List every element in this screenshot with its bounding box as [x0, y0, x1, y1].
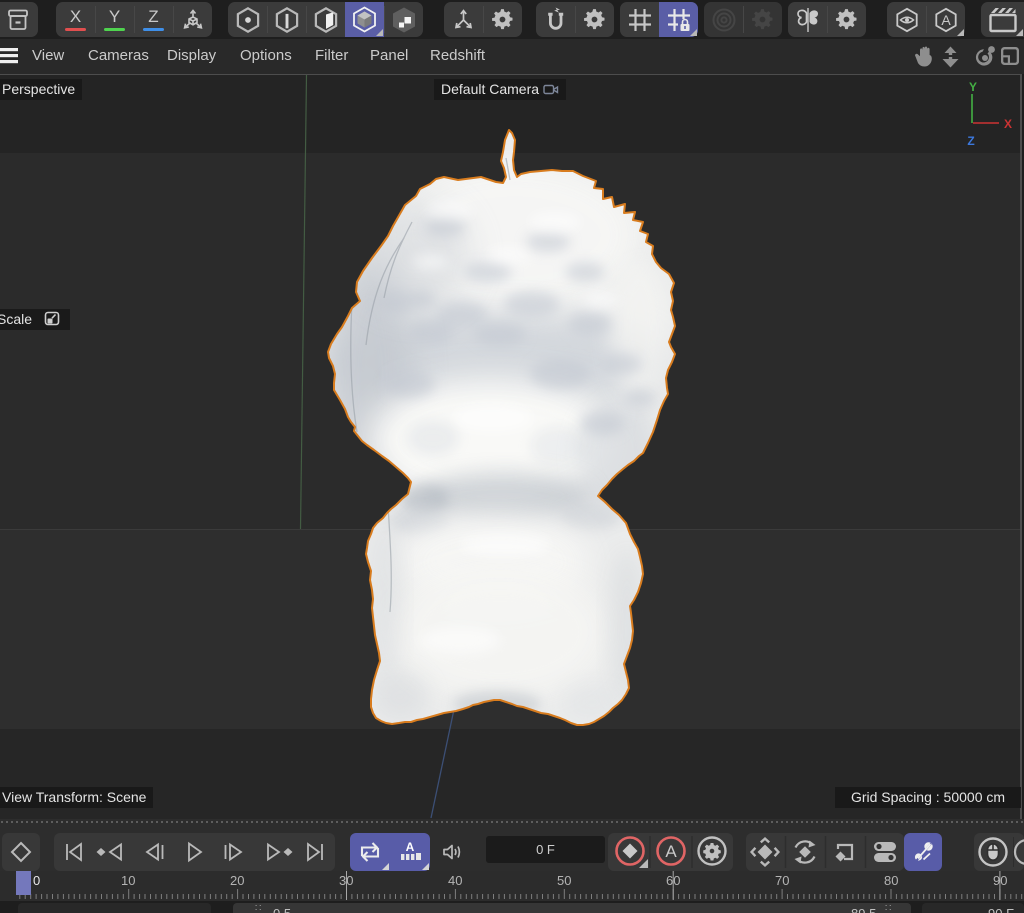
svg-text:X: X: [1004, 117, 1012, 131]
svg-text:A: A: [941, 12, 951, 28]
svg-text:A: A: [665, 842, 677, 861]
svg-text:Y: Y: [969, 80, 977, 94]
svg-text:A: A: [406, 840, 415, 854]
svg-text:Z: Z: [967, 134, 974, 148]
